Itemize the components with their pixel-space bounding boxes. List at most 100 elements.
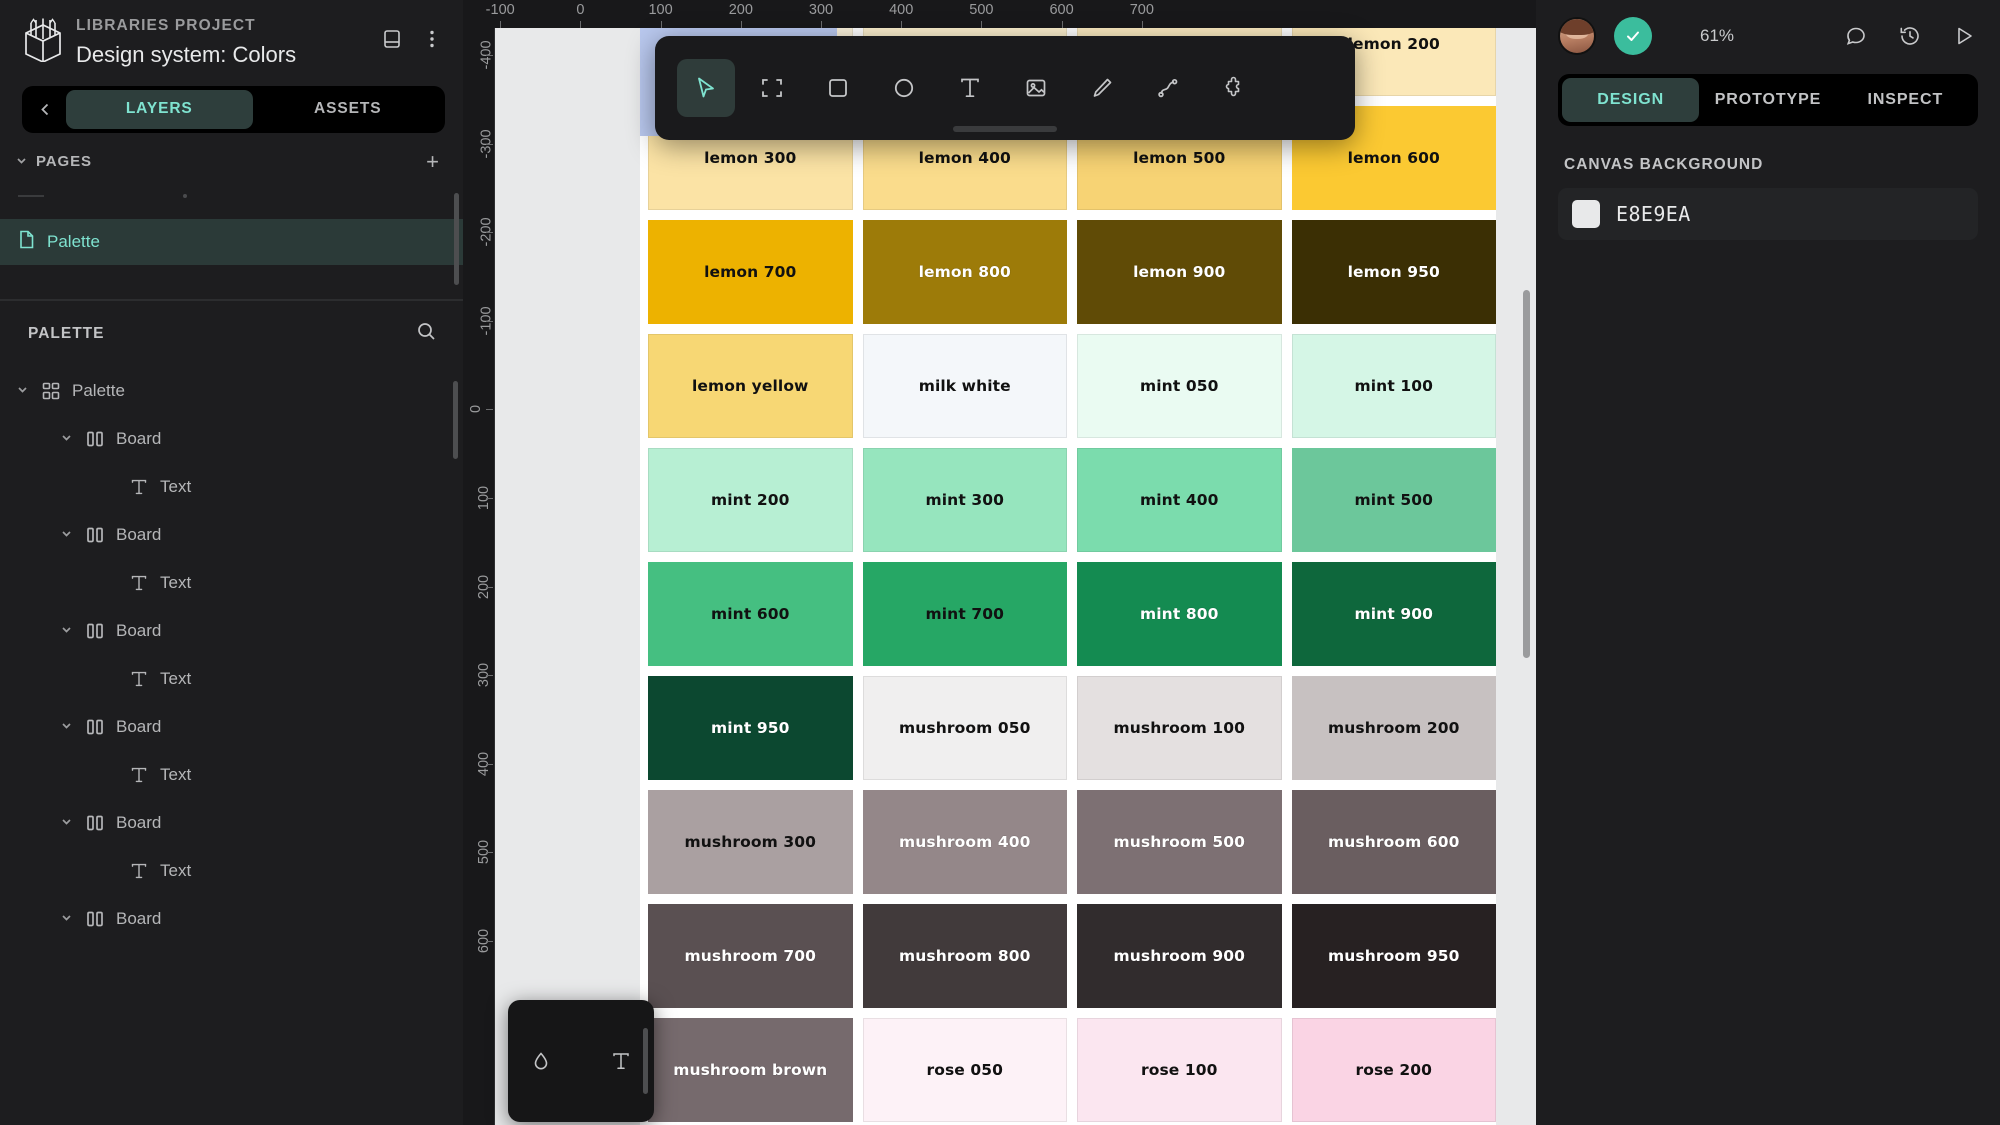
plugins-tool[interactable] <box>1205 59 1263 117</box>
play-icon[interactable] <box>1950 22 1978 50</box>
tab-design[interactable]: DESIGN <box>1562 78 1700 122</box>
color-swatch[interactable]: lemon 700 <box>648 220 853 324</box>
tab-prototype[interactable]: PROTOTYPE <box>1699 78 1836 122</box>
chevron-down-icon[interactable] <box>58 527 74 543</box>
layer-row-board[interactable]: Board <box>0 415 463 463</box>
color-swatch[interactable]: lemon 800 <box>862 220 1067 324</box>
chevron-down-icon[interactable] <box>14 383 30 399</box>
layer-label: Board <box>116 620 162 640</box>
cursor-tool[interactable] <box>677 59 735 117</box>
layer-row-board[interactable]: Board <box>0 703 463 751</box>
color-swatch[interactable]: mushroom 900 <box>1077 904 1282 1008</box>
color-swatch[interactable]: mushroom brown <box>648 1018 853 1122</box>
ruler-tick-h: 200 <box>711 0 771 28</box>
avatar[interactable] <box>1558 17 1596 55</box>
color-swatch[interactable]: mushroom 300 <box>648 790 853 894</box>
color-swatch[interactable]: mint 600 <box>648 562 853 666</box>
chevron-down-icon[interactable] <box>58 623 74 639</box>
layer-row-board[interactable]: Board <box>0 607 463 655</box>
color-swatch[interactable]: mint 700 <box>862 562 1067 666</box>
color-swatch[interactable]: mint 400 <box>1077 448 1282 552</box>
color-swatch-label: mint 500 <box>1354 491 1433 509</box>
tab-layers[interactable]: LAYERS <box>66 89 253 129</box>
check-circle-icon[interactable] <box>1614 17 1652 55</box>
layer-row-board[interactable]: Board <box>0 511 463 559</box>
tab-inspect[interactable]: INSPECT <box>1837 78 1974 122</box>
color-swatch[interactable]: mushroom 800 <box>862 904 1067 1008</box>
text-tool[interactable] <box>941 59 999 117</box>
color-swatch[interactable]: mint 050 <box>1077 334 1282 438</box>
palette-board[interactable]: lemon 100lemon 150lemon 180lemon 200lemo… <box>640 28 1496 1125</box>
color-swatch[interactable]: mint 300 <box>862 448 1067 552</box>
zoom-level[interactable]: 61% <box>1700 26 1734 46</box>
color-swatch[interactable]: mint 800 <box>1077 562 1282 666</box>
canvas-background-swatch[interactable] <box>1572 200 1600 228</box>
chevron-down-icon[interactable] <box>58 911 74 927</box>
color-swatch[interactable]: mint 950 <box>648 676 853 780</box>
layers-scrollbar[interactable] <box>453 380 458 459</box>
book-icon[interactable] <box>379 26 405 52</box>
layer-row-board[interactable]: Board <box>0 799 463 847</box>
color-swatch[interactable]: rose 100 <box>1077 1018 1282 1122</box>
color-swatch[interactable]: mushroom 500 <box>1077 790 1282 894</box>
canvas-background-row[interactable]: E8E9EA <box>1558 188 1978 240</box>
tab-assets[interactable]: ASSETS <box>255 90 442 129</box>
horizontal-ruler: -200-1000100200300400500600700 <box>463 0 1536 28</box>
canvas-vertical-scrollbar[interactable] <box>1523 290 1530 658</box>
color-swatch[interactable]: mint 900 <box>1291 562 1496 666</box>
pages-scrollbar[interactable] <box>454 192 459 285</box>
back-chevron-icon[interactable] <box>26 90 64 129</box>
search-icon[interactable] <box>416 321 437 347</box>
more-vertical-icon[interactable] <box>419 26 445 52</box>
color-swatch[interactable]: mint 200 <box>648 448 853 552</box>
color-swatch[interactable]: milk white <box>862 334 1067 438</box>
page-item-palette[interactable]: Palette <box>0 218 463 265</box>
color-swatch[interactable]: mushroom 050 <box>862 676 1067 780</box>
color-swatch[interactable]: rose 200 <box>1291 1018 1496 1122</box>
ellipse-tool[interactable] <box>875 59 933 117</box>
color-swatch[interactable]: rose 050 <box>862 1018 1067 1122</box>
color-swatch[interactable]: mushroom 200 <box>1291 676 1496 780</box>
color-swatch[interactable]: mushroom 950 <box>1291 904 1496 1008</box>
color-swatch-label: lemon 200 <box>1347 35 1440 53</box>
layers-tree[interactable]: Palette Board Text Board Text Board Text Board T… <box>0 363 463 1125</box>
chevron-down-icon[interactable] <box>58 815 74 831</box>
layer-row-text[interactable]: Text <box>0 655 463 703</box>
layer-label: Board <box>116 908 162 928</box>
layer-row-board[interactable]: Board <box>0 895 463 943</box>
canvas-background-hex[interactable]: E8E9EA <box>1616 202 1691 226</box>
path-tool[interactable] <box>1139 59 1197 117</box>
color-swatch[interactable]: lemon 900 <box>1077 220 1282 324</box>
color-swatch[interactable]: mushroom 700 <box>648 904 853 1008</box>
text-tool-mini[interactable] <box>600 1040 642 1082</box>
rectangle-tool[interactable] <box>809 59 867 117</box>
chevron-down-icon[interactable] <box>58 719 74 735</box>
add-page-button[interactable]: + <box>426 150 443 173</box>
color-swatch[interactable]: mint 500 <box>1291 448 1496 552</box>
chevron-down-icon[interactable] <box>58 431 74 447</box>
color-swatch[interactable]: mushroom 100 <box>1077 676 1282 780</box>
layer-row-text[interactable]: Text <box>0 847 463 895</box>
layer-row-palette[interactable]: Palette <box>0 367 463 415</box>
color-swatch[interactable]: mushroom 600 <box>1291 790 1496 894</box>
board-tool[interactable] <box>743 59 801 117</box>
layer-row-text[interactable]: Text <box>0 559 463 607</box>
color-swatch[interactable]: mushroom 400 <box>862 790 1067 894</box>
floating-mini-toolbar[interactable] <box>508 1000 654 1122</box>
layer-row-text[interactable]: Text <box>0 751 463 799</box>
color-swatch[interactable]: mint 100 <box>1291 334 1496 438</box>
mini-panel-scrollbar[interactable] <box>643 1028 648 1094</box>
color-swatch[interactable]: lemon yellow <box>648 334 853 438</box>
comments-icon[interactable] <box>1842 22 1870 50</box>
history-icon[interactable] <box>1896 22 1924 50</box>
pages-collapse-icon[interactable] <box>14 154 28 170</box>
toolbar-drag-handle[interactable] <box>953 126 1057 132</box>
ruler-tick-v: -400 <box>463 40 494 69</box>
image-tool[interactable] <box>1007 59 1065 117</box>
layer-row-text[interactable]: Text <box>0 463 463 511</box>
main-toolbar[interactable] <box>655 36 1355 140</box>
color-picker-tool[interactable] <box>520 1040 562 1082</box>
color-swatch[interactable]: lemon 950 <box>1291 220 1496 324</box>
design-canvas[interactable]: lemon 100lemon 150lemon 180lemon 200lemo… <box>495 28 1536 1125</box>
pencil-tool[interactable] <box>1073 59 1131 117</box>
